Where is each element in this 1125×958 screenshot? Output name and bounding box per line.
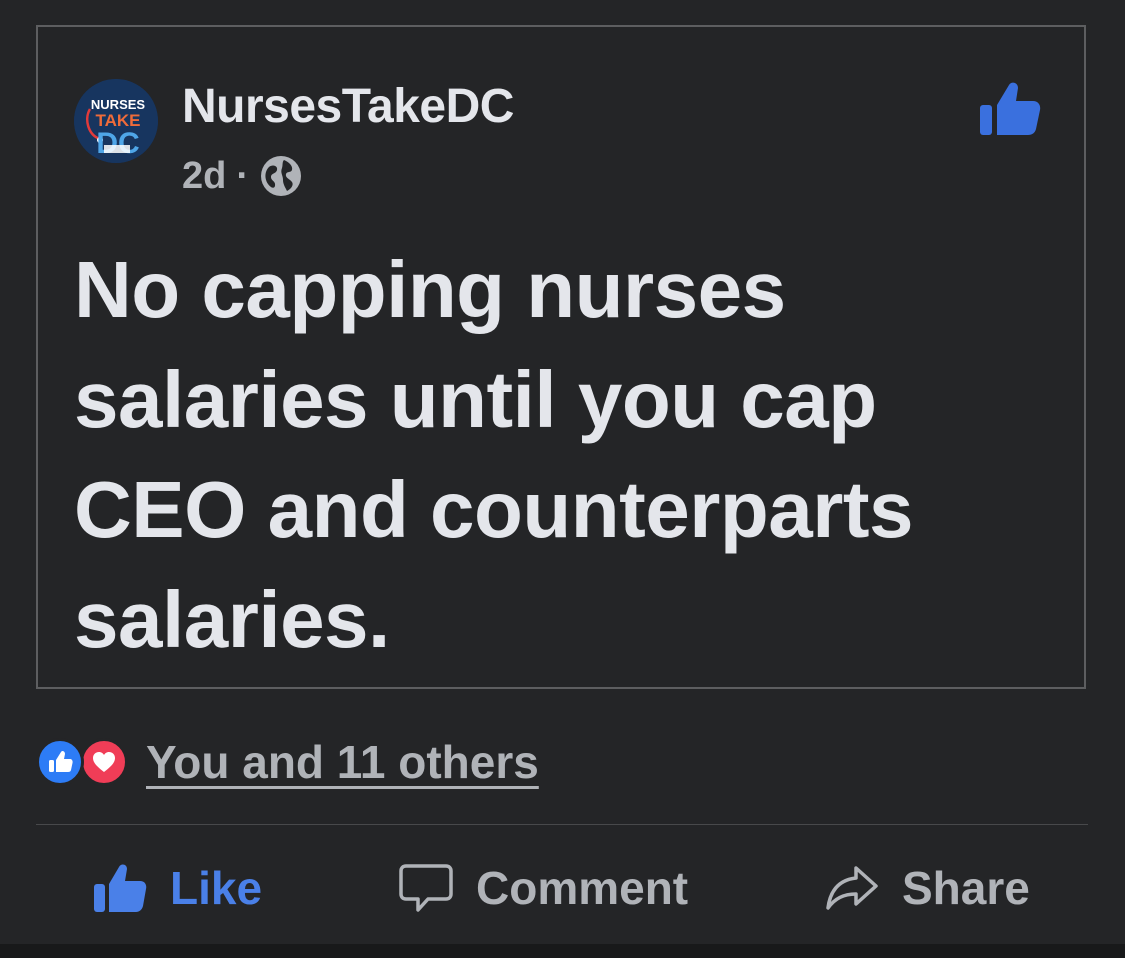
page: NURSES TAKE DC NursesTakeDC 2d · No capp…	[0, 0, 1125, 958]
share-button-label: Share	[902, 862, 1030, 914]
post-body-text: No capping nurses salaries until you cap…	[74, 245, 914, 664]
page-avatar[interactable]: NURSES TAKE DC	[74, 79, 158, 163]
love-reaction-icon	[80, 738, 128, 786]
share-arrow-icon	[826, 866, 878, 910]
like-button-label: Like	[170, 862, 263, 914]
share-button[interactable]: Share	[824, 840, 1030, 936]
post-card: NURSES TAKE DC NursesTakeDC 2d · No capp…	[36, 25, 1086, 689]
meta-separator: ·	[236, 154, 250, 197]
comment-bubble-icon	[399, 864, 453, 912]
globe-icon	[261, 156, 302, 196]
post-timestamp[interactable]: 2d	[182, 155, 226, 198]
reaction-icons	[36, 736, 136, 788]
actions-divider	[36, 824, 1088, 825]
svg-text:DC: DC	[96, 127, 139, 160]
svg-text:NURSES: NURSES	[91, 97, 146, 112]
post-actions: Like Comment Share	[36, 840, 1088, 936]
comment-button[interactable]: Comment	[398, 840, 688, 936]
reactions-bar[interactable]: You and 11 others	[36, 734, 539, 790]
nurses-take-dc-logo: NURSES TAKE DC	[74, 79, 158, 163]
like-thumb-icon[interactable]	[978, 77, 1042, 141]
bottom-edge	[0, 944, 1125, 958]
like-reaction-icon	[36, 738, 84, 786]
comment-button-label: Comment	[476, 862, 689, 914]
like-button[interactable]: Like	[92, 840, 262, 936]
post-author-name[interactable]: NursesTakeDC	[182, 79, 514, 134]
reaction-summary-link[interactable]: You and 11 others	[146, 735, 539, 789]
like-thumb-icon	[94, 864, 147, 912]
post-meta: 2d ·	[182, 154, 303, 198]
